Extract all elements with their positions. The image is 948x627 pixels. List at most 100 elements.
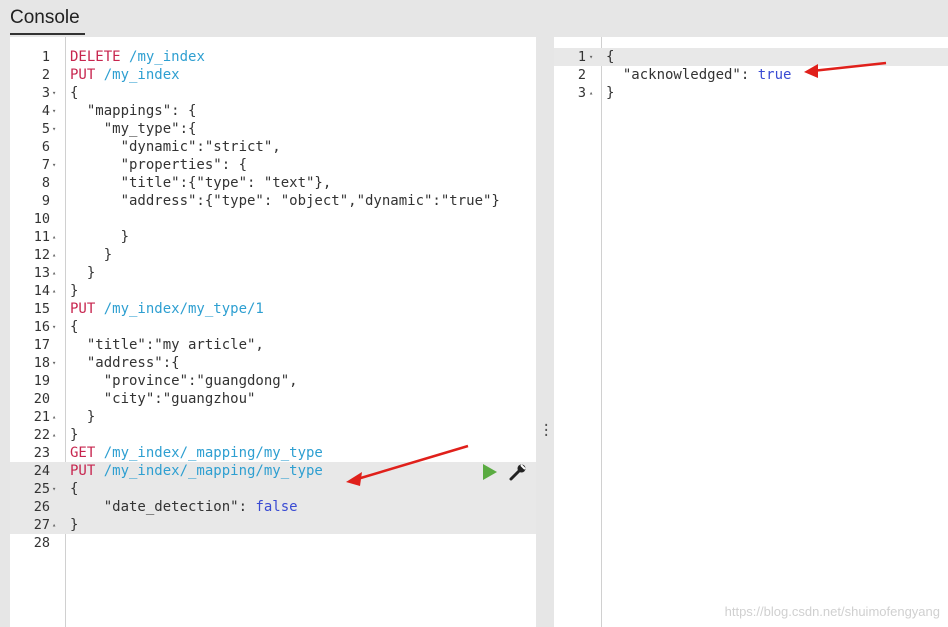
fold-toggle-icon[interactable]: ▴ [52, 408, 56, 426]
fold-toggle-icon[interactable]: ▴ [52, 516, 56, 534]
response-line[interactable]: 1 ▾ { [554, 48, 948, 66]
request-line[interactable]: 27 ▴} [10, 516, 536, 534]
line-number: 14 [33, 283, 50, 299]
tab-console[interactable]: Console [10, 4, 80, 32]
response-gutter [554, 37, 602, 627]
line-number: 8 [41, 175, 50, 191]
request-line[interactable]: 24 PUT /my_index/_mapping/my_type [10, 462, 536, 480]
line-number: 9 [41, 193, 50, 209]
fold-toggle-icon[interactable]: ▾ [589, 48, 593, 66]
request-line[interactable]: 28 [10, 534, 536, 552]
request-line[interactable]: 25 ▾ { [10, 480, 536, 498]
request-editor[interactable]: 1 DELETE /my_index 2 PUT /my_index 3 ▾{4 ▾ "ma… [10, 37, 536, 627]
code-text: PUT /my_index/_mapping/my_type [70, 463, 323, 479]
code-text: "properties": { [70, 157, 248, 173]
fold-toggle-icon[interactable]: ▾ [52, 354, 56, 372]
line-number: 13 [33, 265, 50, 281]
code-text: PUT /my_index/my_type/1 [70, 301, 264, 317]
line-number: 22 [33, 427, 50, 443]
line-number: 15 [33, 301, 50, 317]
code-text: { [606, 49, 615, 65]
fold-toggle-icon[interactable]: ▴ [52, 426, 56, 444]
line-number: 21 [33, 409, 50, 425]
response-viewer: 1 ▾ {2 "acknowledged": true 3 ▴} [554, 37, 948, 627]
request-line[interactable]: 1 DELETE /my_index [10, 48, 536, 66]
line-number: 25 [33, 481, 50, 497]
fold-toggle-icon[interactable]: ▾ [52, 480, 56, 498]
line-number: 11 [33, 229, 50, 245]
request-line[interactable]: 5 ▾ "my_type":{ [10, 120, 536, 138]
line-number: 3 [41, 85, 50, 101]
watermark: https://blog.csdn.net/shuimofengyang [724, 604, 940, 619]
line-number: 10 [33, 211, 50, 227]
code-text: "acknowledged": true [606, 67, 792, 83]
line-number: 28 [33, 535, 50, 551]
code-text: { [70, 85, 79, 101]
code-text: "title":{"type": "text"}, [70, 175, 332, 191]
request-line[interactable]: 21 ▴ } [10, 408, 536, 426]
fold-toggle-icon[interactable]: ▾ [52, 318, 56, 336]
pane-divider[interactable] [536, 37, 554, 627]
request-line[interactable]: 9 "address":{"type": "object","dynamic":… [10, 192, 536, 210]
request-line[interactable]: 20 "city":"guangzhou" [10, 390, 536, 408]
line-number: 23 [33, 445, 50, 461]
request-line[interactable]: 19 "province":"guangdong", [10, 372, 536, 390]
request-line[interactable]: 22 ▴} [10, 426, 536, 444]
request-line[interactable]: 15 PUT /my_index/my_type/1 [10, 300, 536, 318]
fold-toggle-icon[interactable]: ▴ [52, 264, 56, 282]
request-line[interactable]: 10 [10, 210, 536, 228]
line-number: 1 [41, 49, 50, 65]
fold-toggle-icon[interactable]: ▴ [52, 228, 56, 246]
line-number: 6 [41, 139, 50, 155]
request-line[interactable]: 23 GET /my_index/_mapping/my_type [10, 444, 536, 462]
wrench-icon[interactable] [508, 462, 528, 482]
code-text: "mappings": { [70, 103, 197, 119]
line-number: 18 [33, 355, 50, 371]
code-text: "address":{"type": "object","dynamic":"t… [70, 193, 500, 209]
line-number: 24 [33, 463, 50, 479]
fold-toggle-icon[interactable]: ▴ [589, 84, 593, 102]
code-text: } [70, 283, 79, 299]
fold-toggle-icon[interactable]: ▴ [52, 282, 56, 300]
code-text: { [70, 481, 79, 497]
request-line[interactable]: 17 "title":"my article", [10, 336, 536, 354]
request-line[interactable]: 11 ▴ } [10, 228, 536, 246]
play-icon[interactable] [483, 464, 497, 480]
request-line[interactable]: 4 ▾ "mappings": { [10, 102, 536, 120]
console-header: Console [0, 0, 948, 37]
code-text: "title":"my article", [70, 337, 264, 353]
fold-toggle-icon[interactable]: ▾ [52, 120, 56, 138]
line-number: 27 [33, 517, 50, 533]
fold-toggle-icon[interactable]: ▾ [52, 156, 56, 174]
request-line[interactable]: 6 "dynamic":"strict", [10, 138, 536, 156]
request-line[interactable]: 2 PUT /my_index [10, 66, 536, 84]
code-text: PUT /my_index [70, 67, 180, 83]
response-line[interactable]: 2 "acknowledged": true [554, 66, 948, 84]
request-line[interactable]: 13 ▴ } [10, 264, 536, 282]
response-line[interactable]: 3 ▴} [554, 84, 948, 102]
code-text: } [70, 229, 130, 245]
request-line[interactable]: 18 ▾ "address":{ [10, 354, 536, 372]
request-line[interactable]: 16 ▾ { [10, 318, 536, 336]
code-text: "date_detection": false [70, 499, 298, 515]
request-line[interactable]: 26 "date_detection": false [10, 498, 536, 516]
code-text: } [70, 265, 96, 281]
resize-handle-icon[interactable]: · · · [542, 419, 550, 443]
request-line[interactable]: 3 ▾ { [10, 84, 536, 102]
fold-toggle-icon[interactable]: ▴ [52, 246, 56, 264]
request-line[interactable]: 14 ▴} [10, 282, 536, 300]
line-number: 20 [33, 391, 50, 407]
fold-toggle-icon[interactable]: ▾ [52, 102, 56, 120]
request-line[interactable]: 8 "title":{"type": "text"}, [10, 174, 536, 192]
line-number: 26 [33, 499, 50, 515]
line-number: 12 [33, 247, 50, 263]
code-text: "dynamic":"strict", [70, 139, 281, 155]
line-number: 17 [33, 337, 50, 353]
request-line[interactable]: 12 ▴ } [10, 246, 536, 264]
fold-toggle-icon[interactable]: ▾ [52, 84, 56, 102]
request-line[interactable]: 7 ▾ "properties": { [10, 156, 536, 174]
line-number: 4 [41, 103, 50, 119]
code-text: DELETE /my_index [70, 49, 205, 65]
line-number: 3 [577, 85, 586, 101]
line-number: 1 [577, 49, 586, 65]
